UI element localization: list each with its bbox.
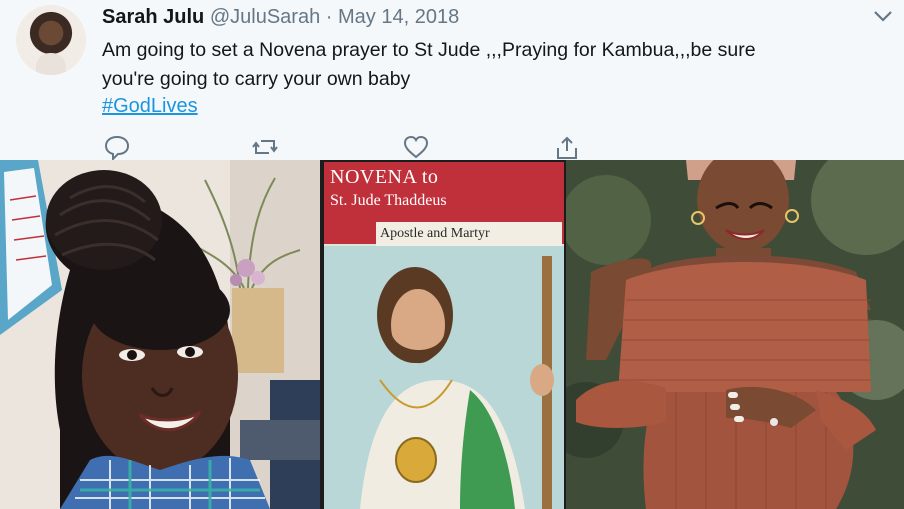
tweet-text-line-2: you're going to carry your own baby <box>102 68 411 90</box>
hashtag-link[interactable]: #GodLives <box>102 92 198 120</box>
media-photo-maternity[interactable] <box>566 160 904 509</box>
separator-dot: · <box>325 6 333 28</box>
media-book-cover[interactable]: NOVENA to St. Jude Thaddeus Apostle and … <box>320 160 566 509</box>
tweet-text-line-1: Am going to set a Novena prayer to St Ju… <box>102 39 756 61</box>
author-name[interactable]: Sarah Julu <box>102 6 204 28</box>
tweet-header-area: Sarah Julu @JuluSarah · May 14, 2018 Am … <box>0 0 904 160</box>
tweet-header: Sarah Julu @JuluSarah · May 14, 2018 <box>102 4 459 30</box>
reply-icon[interactable] <box>103 134 131 160</box>
chevron-down-icon[interactable] <box>872 6 894 26</box>
author-handle[interactable]: @JuluSarah <box>210 6 320 28</box>
tweet-text: Am going to set a Novena prayer to St Ju… <box>102 36 882 94</box>
like-icon[interactable] <box>402 134 430 160</box>
retweet-icon[interactable] <box>251 134 279 160</box>
book-title: NOVENA to <box>330 166 439 188</box>
book-subtitle: St. Jude Thaddeus <box>330 192 447 209</box>
avatar[interactable] <box>16 5 86 75</box>
media-photo-selfie[interactable] <box>0 160 320 509</box>
share-icon[interactable] <box>553 134 581 160</box>
book-banner: Apostle and Martyr <box>380 226 490 241</box>
tweet-date[interactable]: May 14, 2018 <box>338 6 459 28</box>
